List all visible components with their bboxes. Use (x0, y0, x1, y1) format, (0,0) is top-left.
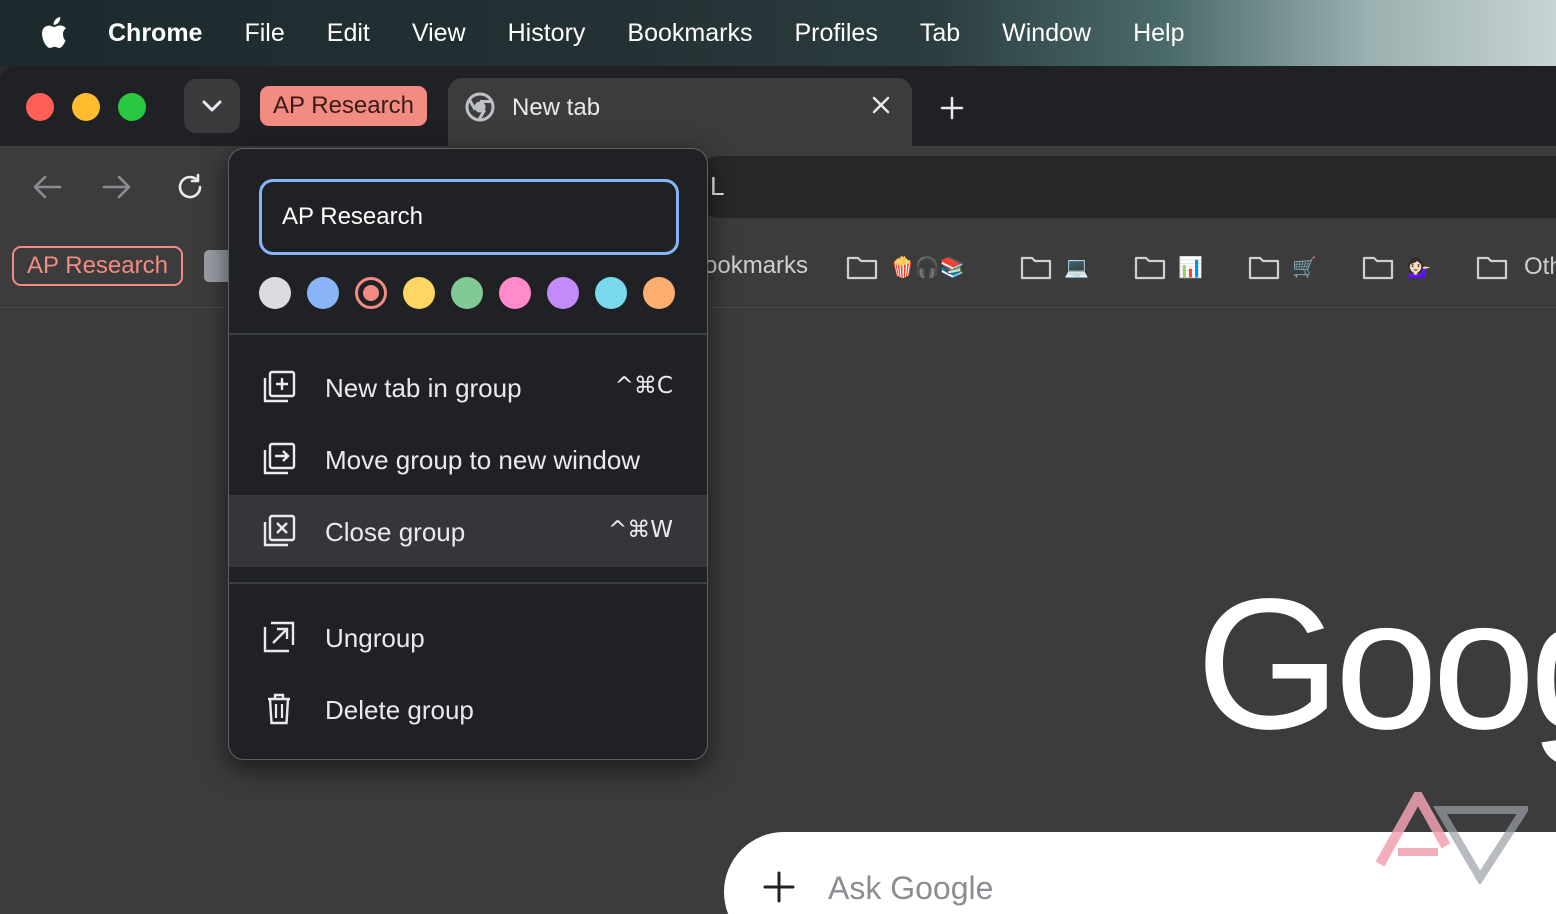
tab-close-button[interactable] (866, 90, 896, 120)
menu-separator (229, 582, 707, 584)
new-tab-in-group-item[interactable]: New tab in group ^⌘C (229, 351, 707, 423)
menu-item-label: Delete group (325, 695, 474, 725)
plus-icon[interactable] (762, 870, 796, 904)
tab-search-button[interactable] (184, 79, 240, 133)
bookmark-folder-4[interactable]: 🛒 (1248, 250, 1317, 284)
close-group-item[interactable]: Close group ^⌘W (229, 495, 707, 567)
bookmark-group-chip[interactable]: AP Research (12, 246, 183, 286)
minimize-window-button[interactable] (72, 93, 100, 121)
reload-icon (178, 173, 202, 199)
bookmark-folder-3[interactable]: 📊 (1134, 250, 1203, 284)
folder-emoji: 💻 (1064, 255, 1089, 279)
folder-icon (1020, 256, 1052, 280)
menu-item-label: Close group (325, 517, 466, 547)
tab-group-editor-menu: New tab in group ^⌘C Move group to new w… (228, 148, 708, 760)
move-group-to-new-window-item[interactable]: Move group to new window (229, 423, 707, 495)
menu-help[interactable]: Help (1133, 19, 1184, 48)
color-swatch-cyan[interactable] (595, 277, 627, 309)
folder-label: Oth (1524, 253, 1556, 280)
menu-item-label: New tab in group (325, 373, 522, 403)
bookmark-folder-2[interactable]: 💻 (1020, 250, 1089, 284)
move-to-window-icon (263, 442, 296, 475)
apple-icon[interactable] (40, 16, 70, 50)
menu-file[interactable]: File (244, 19, 284, 48)
color-swatch-pink[interactable] (499, 277, 531, 309)
menu-item-label: Move group to new window (325, 445, 641, 475)
folder-icon (1134, 256, 1166, 280)
menu-history[interactable]: History (508, 19, 586, 48)
search-placeholder: Ask Google (828, 870, 994, 906)
ungroup-item[interactable]: Ungroup (229, 601, 707, 673)
menu-edit[interactable]: Edit (327, 19, 370, 48)
bookmark-folder-other[interactable]: Oth (1476, 250, 1556, 284)
watermark-logo-icon (1376, 792, 1528, 884)
new-tab-in-group-icon (263, 370, 296, 403)
arrow-right-icon (102, 175, 131, 199)
color-swatch-red[interactable] (355, 277, 387, 309)
menu-tab[interactable]: Tab (920, 19, 960, 48)
bookmarks-label[interactable]: ookmarks (704, 252, 808, 280)
tab-title: New tab (512, 94, 601, 121)
chrome-icon (465, 92, 495, 122)
address-bar[interactable]: L (690, 156, 1556, 218)
folder-emoji: 🛒 (1292, 255, 1317, 279)
back-button[interactable] (30, 170, 64, 204)
google-logo: Goog (1196, 561, 1556, 768)
zoom-window-button[interactable] (118, 93, 146, 121)
menu-view[interactable]: View (412, 19, 466, 48)
address-bar-text: L (710, 171, 725, 201)
forward-button[interactable] (100, 170, 134, 204)
folder-emoji: 📊 (1178, 255, 1203, 279)
color-swatch-blue[interactable] (307, 277, 339, 309)
bookmark-folder-1[interactable]: 🍿🎧📚 (846, 250, 965, 284)
folder-icon (1362, 256, 1394, 280)
arrow-left-icon (33, 175, 62, 199)
folder-emoji: 💁🏻‍♀️ (1406, 255, 1431, 279)
chevron-down-icon (202, 100, 222, 112)
menu-item-label: Ungroup (325, 623, 425, 653)
folder-icon (846, 256, 878, 280)
close-group-icon (263, 514, 296, 547)
delete-group-item[interactable]: Delete group (229, 673, 707, 745)
ungroup-icon (263, 621, 295, 653)
color-swatch-purple[interactable] (547, 277, 579, 309)
bookmark-folder-5[interactable]: 💁🏻‍♀️ (1362, 250, 1431, 284)
folder-icon (1476, 256, 1508, 280)
menu-profiles[interactable]: Profiles (794, 19, 877, 48)
color-swatch-grey[interactable] (259, 277, 291, 309)
color-swatch-yellow[interactable] (403, 277, 435, 309)
menu-app-name[interactable]: Chrome (108, 19, 202, 48)
tab-group-chip[interactable]: AP Research (260, 86, 427, 126)
color-swatch-green[interactable] (451, 277, 483, 309)
reload-button[interactable] (173, 170, 207, 204)
menu-item-shortcut: ^⌘C (614, 373, 673, 399)
close-window-button[interactable] (26, 93, 54, 121)
plus-icon (940, 96, 964, 120)
menu-separator (229, 333, 707, 335)
color-swatch-orange[interactable] (643, 277, 675, 309)
menu-window[interactable]: Window (1002, 19, 1091, 48)
trash-icon (268, 693, 290, 725)
macos-menu-bar: Chrome File Edit View History Bookmarks … (0, 0, 1556, 66)
folder-emoji: 🍿🎧📚 (890, 255, 965, 279)
new-tab-button[interactable] (934, 90, 970, 126)
tab-strip: AP Research New tab (0, 66, 1556, 158)
folder-icon (1248, 256, 1280, 280)
menu-bookmarks[interactable]: Bookmarks (627, 19, 752, 48)
menu-item-shortcut: ^⌘W (607, 517, 673, 543)
group-name-input[interactable] (259, 179, 679, 255)
close-icon (872, 96, 890, 114)
